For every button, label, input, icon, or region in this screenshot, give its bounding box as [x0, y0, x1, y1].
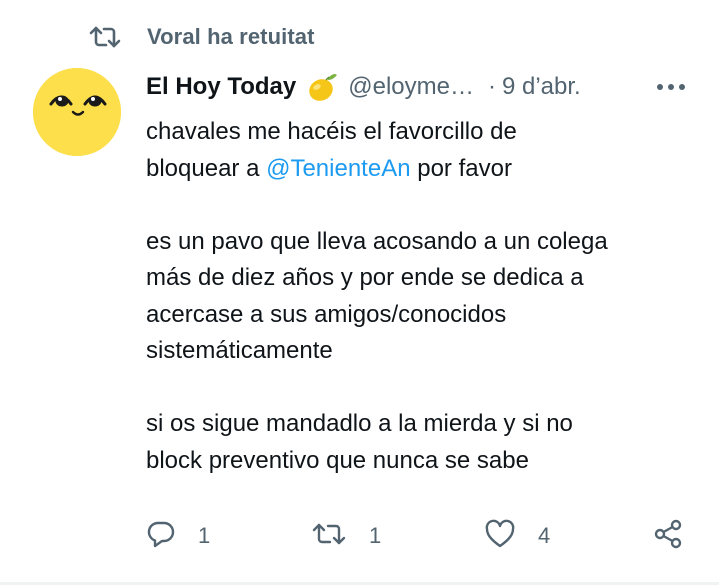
mention-link[interactable]: @TenienteAn — [266, 155, 410, 182]
retweet-action-icon — [311, 520, 347, 553]
tweet-line: acercase a sus amigos/conocidos — [146, 300, 507, 328]
tweet-text-segment: bloquear a — [146, 154, 267, 182]
more-options-icon[interactable] — [651, 72, 691, 102]
like-count: 4 — [538, 523, 551, 548]
like-button[interactable]: 4 — [484, 514, 550, 558]
tweet-text-segment: por favor — [410, 154, 512, 182]
tweet-header: El Hoy Today @eloyme… · 9 d’abr. — [146, 66, 691, 108]
tweet-line: si os sigue mandadlo a la mierda y si no — [146, 410, 573, 437]
retweet-button[interactable]: 1 — [311, 514, 381, 558]
tweet[interactable]: Voral ha retuitat El Hoy Today @eloyme… … — [0, 0, 719, 585]
author-handle[interactable]: @eloyme… — [348, 73, 474, 101]
reply-icon — [146, 519, 176, 554]
tweet-line: sistemáticamente — [146, 337, 333, 364]
tweet-timestamp[interactable]: 9 d’abr. — [502, 73, 581, 101]
tweet-text: chavales me hacéis el favorcillo de bloq… — [146, 114, 706, 479]
reply-count: 1 — [198, 523, 211, 548]
retweet-icon — [88, 22, 126, 52]
share-icon — [652, 518, 684, 555]
tweet-line: chavales me hacéis el favorcillo de — [146, 118, 517, 145]
tweet-line: block preventivo que nunca se sabe — [146, 446, 529, 474]
author-display-name[interactable]: El Hoy Today — [146, 73, 296, 101]
tweet-line: más de diez años y por ende se dedica a — [146, 264, 584, 291]
retweet-context: Voral ha retuitat — [88, 22, 315, 52]
retweet-context-text[interactable]: Voral ha retuitat — [147, 24, 315, 50]
tweet-line: es un pavo que lleva acosando a un coleg… — [146, 227, 608, 255]
share-button[interactable] — [652, 514, 684, 558]
heart-icon — [484, 519, 516, 554]
lemon-icon — [304, 70, 338, 104]
avatar[interactable] — [33, 68, 121, 156]
tweet-line: bloquear a @TenienteAn por favor — [146, 151, 706, 188]
separator-dot: · — [487, 73, 496, 100]
reply-button[interactable]: 1 — [146, 514, 210, 558]
avatar-face-icon — [33, 68, 121, 156]
retweet-count: 1 — [369, 523, 382, 548]
tweet-actions: 1 1 4 — [146, 514, 691, 558]
